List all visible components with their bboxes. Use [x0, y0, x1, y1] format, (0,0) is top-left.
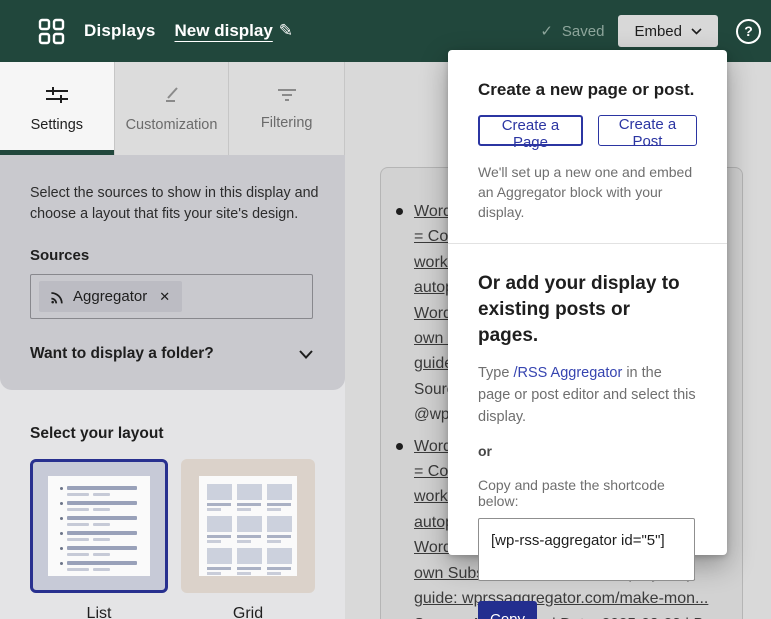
save-status-label: Saved — [561, 22, 605, 40]
settings-tab-bar: Settings Customization Filtering — [0, 62, 345, 155]
create-page-button[interactable]: Create a Page — [478, 115, 583, 151]
apps-grid-icon[interactable] — [38, 18, 65, 45]
edit-name-icon[interactable]: ✎ — [279, 21, 293, 41]
chevron-down-icon — [691, 27, 702, 35]
filter-icon — [277, 88, 296, 101]
tab-filtering-label: Filtering — [260, 114, 313, 131]
help-icon: ? — [744, 23, 753, 39]
sources-input[interactable]: Aggregator ✕ — [30, 274, 313, 319]
page-title: Displays — [84, 21, 156, 40]
tab-customization-label: Customization — [125, 116, 218, 133]
embed-button-label: Embed — [634, 22, 682, 40]
chevron-down-icon — [299, 349, 313, 359]
embed-popover: Create a new page or post. Create a Page… — [448, 50, 727, 619]
header-left: Displays New display ✎ — [0, 18, 293, 45]
tab-settings[interactable]: Settings — [0, 62, 115, 155]
folder-toggle[interactable]: Want to display a folder? — [30, 345, 313, 363]
layout-cards — [30, 459, 345, 593]
layout-option-grid[interactable] — [181, 459, 315, 593]
layout-section: Select your layout List Grid — [0, 425, 345, 619]
layout-label-list: List — [86, 605, 112, 619]
list-layout-thumbnail — [48, 476, 150, 576]
popover-buttons: Create a Page Create a Post — [478, 115, 697, 151]
layout-option-list[interactable] — [30, 459, 168, 593]
source-chip: Aggregator ✕ — [39, 281, 183, 312]
remove-source-icon[interactable]: ✕ — [159, 289, 170, 305]
source-chip-label: Aggregator — [73, 288, 148, 305]
folder-toggle-label: Want to display a folder? — [30, 345, 214, 362]
tab-filtering[interactable]: Filtering — [229, 62, 344, 155]
tab-customization[interactable]: Customization — [115, 62, 230, 155]
display-name-link[interactable]: New display — [175, 21, 273, 41]
popover-note: We'll set up a new one and embed an Aggr… — [478, 164, 693, 220]
popover-divider — [448, 243, 727, 244]
sources-label: Sources — [30, 247, 90, 264]
shortcode-field[interactable] — [478, 518, 695, 581]
layout-labels: List Grid — [30, 605, 345, 619]
sliders-icon — [45, 86, 68, 103]
save-status: ✓ Saved — [540, 22, 605, 41]
help-button[interactable]: ? — [736, 18, 761, 44]
brush-icon — [165, 86, 178, 102]
tab-settings-label: Settings — [30, 116, 84, 133]
settings-panel: Select the sources to show in this displ… — [0, 155, 345, 619]
shortcode-label: Copy and paste the shortcode below: — [478, 477, 665, 509]
panel-description: Select the sources to show in this displ… — [30, 185, 319, 222]
rss-aggregator-command: /RSS Aggregator — [513, 365, 623, 381]
or-label: or — [478, 443, 492, 459]
sources-card: Select the sources to show in this displ… — [0, 155, 345, 390]
popover-heading: Create a new page or post. — [478, 80, 695, 99]
copy-button[interactable]: Copy — [478, 601, 537, 619]
layout-heading: Select your layout — [30, 425, 164, 442]
type-instruction: Type /RSS Aggregator in the page or post… — [478, 365, 696, 425]
embed-button[interactable]: Embed — [618, 15, 718, 47]
check-icon: ✓ — [540, 23, 553, 40]
header-right: ✓ Saved Embed ? — [540, 15, 771, 47]
popover-heading-2: Or add your display to existing posts or… — [478, 273, 680, 346]
grid-layout-thumbnail — [199, 476, 297, 576]
app-window: Displays New display ✎ ✓ Saved Embed ? S… — [0, 0, 771, 619]
rss-icon — [51, 291, 63, 304]
create-post-button[interactable]: Create a Post — [597, 115, 697, 150]
layout-label-grid: Grid — [232, 605, 264, 619]
